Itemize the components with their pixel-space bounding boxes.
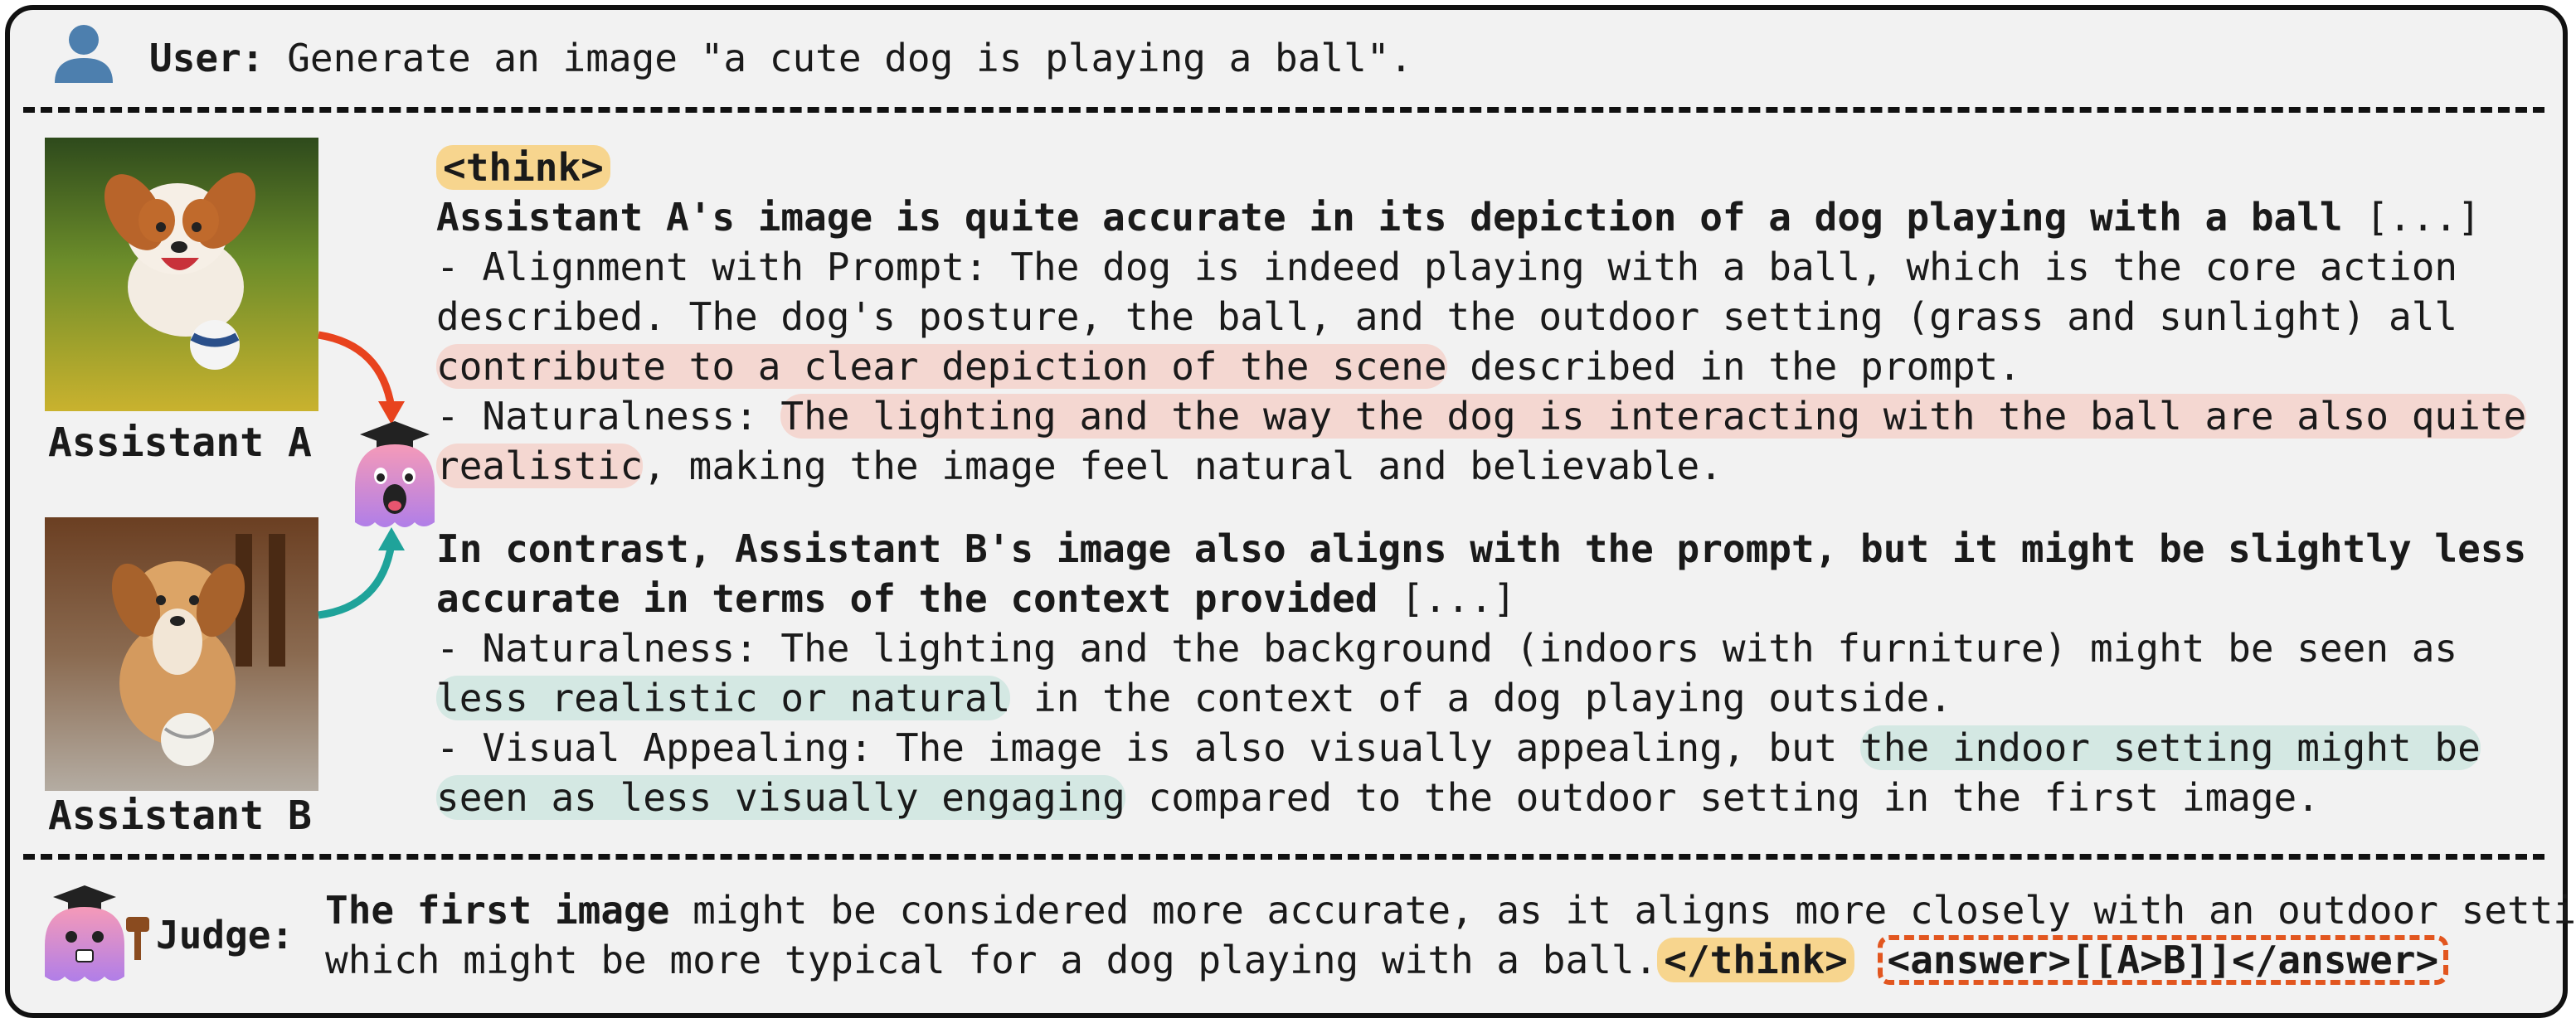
b-vis-rest: compared to the outdoor setting in the f…: [1125, 775, 2320, 820]
user-icon: [55, 25, 113, 83]
judge-label: Judge:: [156, 913, 294, 958]
b-nat-rest: in the context of a dog playing outside.: [1010, 676, 1952, 720]
a-nat-highlight-2: realistic: [436, 444, 644, 488]
judge-mascot-icon: [45, 885, 149, 982]
assistant-b-image: [45, 517, 318, 791]
a-align-line-2: described. The dog's posture, the ball, …: [436, 294, 2458, 339]
judge-line-1: The first image might be considered more…: [325, 885, 2576, 935]
b-vis-line-2: seen as less visually engaging compared …: [436, 773, 2320, 822]
b-heading-line-1: In contrast, Assistant B's image also al…: [436, 526, 2527, 571]
b-vis-highlight-1: the indoor setting might be: [1860, 725, 2481, 770]
judge-line-2: which might be more typical for a dog pl…: [325, 935, 2449, 985]
answer-box: <answer>[[A>B]]</answer>: [1877, 935, 2449, 985]
user-prompt: Generate an image "a cute dog is playing…: [287, 36, 1413, 80]
think-open-line: <think>: [436, 143, 610, 192]
a-nat-line-1: - Naturalness: The lighting and the way …: [436, 391, 2527, 441]
b-heading-ellipsis: [...]: [1401, 576, 1516, 621]
think-close-tag: </think>: [1657, 938, 1854, 982]
divider-top: [23, 107, 2544, 113]
a-align-highlight: contribute to a clear depiction of the s…: [436, 344, 1447, 389]
user-label: User:: [149, 36, 265, 80]
a-align-line-1: - Alignment with Prompt: The dog is inde…: [436, 245, 2458, 289]
a-heading: Assistant A's image is quite accurate in…: [436, 195, 2343, 240]
a-nat-rest: , making the image feel natural and beli…: [643, 444, 1723, 488]
a-nat-prefix: - Naturalness:: [436, 394, 781, 439]
b-heading-line-2: accurate in terms of the context provide…: [436, 574, 1516, 623]
assistant-b-label: Assistant B: [48, 793, 312, 839]
a-nat-line-2: realistic, making the image feel natural…: [436, 441, 1723, 491]
mascot-icon: [355, 421, 435, 527]
judge-line-2-text: which might be more typical for a dog pl…: [325, 938, 1658, 982]
user-line: User: Generate an image "a cute dog is p…: [149, 33, 1412, 83]
assistant-a-image: [45, 138, 318, 411]
arrow-a-icon: [318, 331, 405, 424]
judge-first-image: The first image: [325, 888, 670, 933]
assistant-a-label: Assistant A: [48, 419, 312, 466]
think-open-tag: <think>: [436, 145, 610, 190]
a-heading-ellipsis: [...]: [2365, 195, 2481, 240]
b-vis-highlight-2: seen as less visually engaging: [436, 775, 1125, 820]
divider-bottom: [23, 854, 2544, 860]
a-align-line-3: contribute to a clear depiction of the s…: [436, 342, 2021, 391]
a-nat-highlight-1: The lighting and the way the dog is inte…: [780, 394, 2527, 439]
a-heading-line: Assistant A's image is quite accurate in…: [436, 192, 2481, 242]
b-vis-prefix: - Visual Appealing: The image is also vi…: [436, 725, 1861, 770]
b-nat-line-1: - Naturalness: The lighting and the back…: [436, 626, 2458, 671]
judge-line-1-rest: might be considered more accurate, as it…: [669, 888, 2576, 933]
b-vis-line-1: - Visual Appealing: The image is also vi…: [436, 723, 2481, 773]
a-align-rest: described in the prompt.: [1446, 344, 2021, 389]
b-nat-line-2: less realistic or natural in the context…: [436, 673, 1952, 723]
b-nat-highlight: less realistic or natural: [436, 676, 1011, 720]
b-heading-2: accurate in terms of the context provide…: [436, 576, 1378, 621]
